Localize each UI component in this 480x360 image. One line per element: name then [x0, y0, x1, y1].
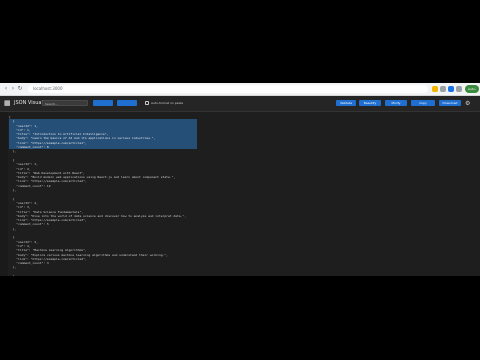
browser-bar: ‹ › ↻ localhost:3000 Auto-update [0, 83, 480, 99]
profile-button[interactable]: Auto-update [465, 85, 479, 99]
app-title: JSON Visual [14, 100, 43, 106]
toolbar-button-1[interactable] [93, 100, 113, 106]
auto-format-checkbox[interactable] [145, 101, 149, 105]
gear-icon[interactable]: ⚙ [465, 100, 470, 107]
forward-icon[interactable]: › [10, 86, 16, 92]
copy-button[interactable]: Copy [411, 100, 435, 106]
extension-icon[interactable] [456, 86, 462, 92]
validate-button[interactable]: Validate [336, 100, 356, 106]
download-button[interactable]: Download [439, 100, 461, 106]
minify-button[interactable]: Minify [385, 100, 407, 106]
code-line-text: }, [9, 149, 17, 154]
code-line[interactable]: { [9, 274, 197, 276]
code-line-text: }, [9, 265, 17, 270]
extension-icon[interactable] [440, 86, 446, 92]
code-line-text: }, [9, 188, 17, 193]
code-line-text: }, [9, 226, 17, 231]
json-editor[interactable]: [ { "userId": 1, "id": 1, "title": "Intr… [0, 112, 480, 276]
line-gutter [0, 112, 8, 276]
search-input[interactable]: Search... [42, 100, 88, 106]
code-lines[interactable]: [ { "userId": 1, "id": 1, "title": "Intr… [9, 115, 197, 276]
back-icon[interactable]: ‹ [3, 86, 9, 92]
reload-icon[interactable]: ↻ [17, 86, 23, 92]
logo-icon: ▦ [4, 99, 11, 107]
app-toolbar: ▦ JSON Visual Search... Auto-format on p… [0, 96, 480, 112]
auto-format-label: Auto-format on paste [151, 101, 184, 105]
address-bar[interactable]: localhost:3000 [28, 85, 428, 93]
beautify-button[interactable]: Beautify [359, 100, 381, 106]
app-frame: ‹ › ↻ localhost:3000 Auto-update ▦ JSON … [0, 83, 480, 276]
extension-icon[interactable] [448, 86, 454, 92]
extension-icon[interactable] [432, 86, 438, 92]
code-line-text: { [9, 273, 15, 276]
toolbar-button-2[interactable] [117, 100, 137, 106]
